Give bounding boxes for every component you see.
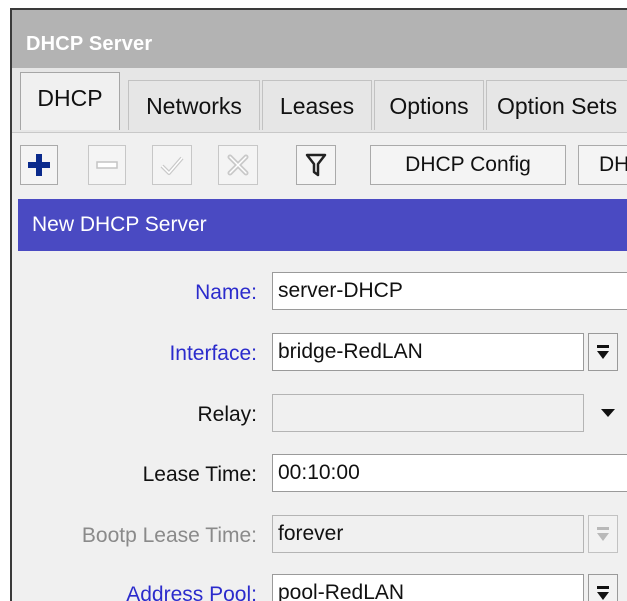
tab-bar: DHCP Networks Leases Options Option Sets	[12, 68, 627, 132]
tab-options[interactable]: Options	[374, 80, 484, 130]
chevron-down-icon	[597, 586, 609, 600]
window-title: DHCP Server	[26, 33, 153, 55]
dhcp-server-form: Name: server-DHCP Interface: bridge-RedL…	[18, 251, 627, 601]
address-pool-dropdown-button[interactable]	[588, 574, 618, 601]
tab-leases[interactable]: Leases	[262, 80, 372, 130]
dialog-title-bar[interactable]: New DHCP Server	[18, 199, 627, 251]
tab-dhcp[interactable]: DHCP	[20, 72, 120, 130]
chevron-down-icon	[597, 345, 609, 359]
toolbar: DHCP Config DH	[12, 132, 627, 197]
dhcp-setup-label: DH	[599, 153, 627, 176]
bootp-lease-time-label: Bootp Lease Time:	[81, 524, 257, 547]
chevron-down-icon	[597, 527, 609, 541]
dhcp-config-button[interactable]: DHCP Config	[370, 145, 566, 185]
relay-label: Relay:	[197, 403, 257, 426]
interface-select[interactable]: bridge-RedLAN	[272, 333, 584, 371]
tab-networks[interactable]: Networks	[128, 80, 260, 130]
caret-down-icon	[601, 409, 615, 417]
relay-dropdown-button[interactable]	[596, 394, 620, 432]
tab-leases-label: Leases	[279, 93, 355, 119]
remove-button[interactable]	[88, 145, 126, 185]
plus-icon	[28, 154, 50, 176]
tab-networks-label: Networks	[146, 93, 242, 119]
check-icon	[160, 156, 184, 175]
name-label: Name:	[195, 281, 257, 304]
dialog-title: New DHCP Server	[32, 213, 207, 236]
tab-option-sets-label: Option Sets	[497, 93, 618, 119]
window-title-bar[interactable]: DHCP Server	[12, 10, 627, 68]
filter-button[interactable]	[296, 145, 336, 185]
lease-time-field[interactable]: 00:10:00	[272, 454, 627, 492]
address-pool-label: Address Pool:	[126, 583, 257, 601]
bootp-lease-time-dropdown-button[interactable]	[588, 515, 618, 553]
tab-options-label: Options	[389, 93, 469, 119]
minus-icon	[96, 161, 118, 169]
dhcp-config-label: DHCP Config	[405, 153, 531, 176]
cross-icon	[227, 154, 249, 176]
tab-option-sets[interactable]: Option Sets	[486, 80, 627, 130]
interface-dropdown-button[interactable]	[588, 333, 618, 371]
funnel-icon	[305, 153, 327, 177]
disable-button[interactable]	[218, 145, 258, 185]
dhcp-setup-button[interactable]: DH	[578, 145, 627, 185]
address-pool-select[interactable]: pool-RedLAN	[272, 574, 584, 601]
name-field[interactable]: server-DHCP	[272, 272, 627, 310]
add-button[interactable]	[20, 145, 58, 185]
lease-time-label: Lease Time:	[142, 463, 257, 486]
dhcp-server-window: DHCP Server DHCP Networks Leases Options…	[10, 8, 627, 601]
bootp-lease-time-select[interactable]: forever	[272, 515, 584, 553]
interface-label: Interface:	[169, 342, 257, 365]
enable-button[interactable]	[152, 145, 192, 185]
relay-field[interactable]	[272, 394, 584, 432]
tab-dhcp-label: DHCP	[37, 85, 103, 111]
